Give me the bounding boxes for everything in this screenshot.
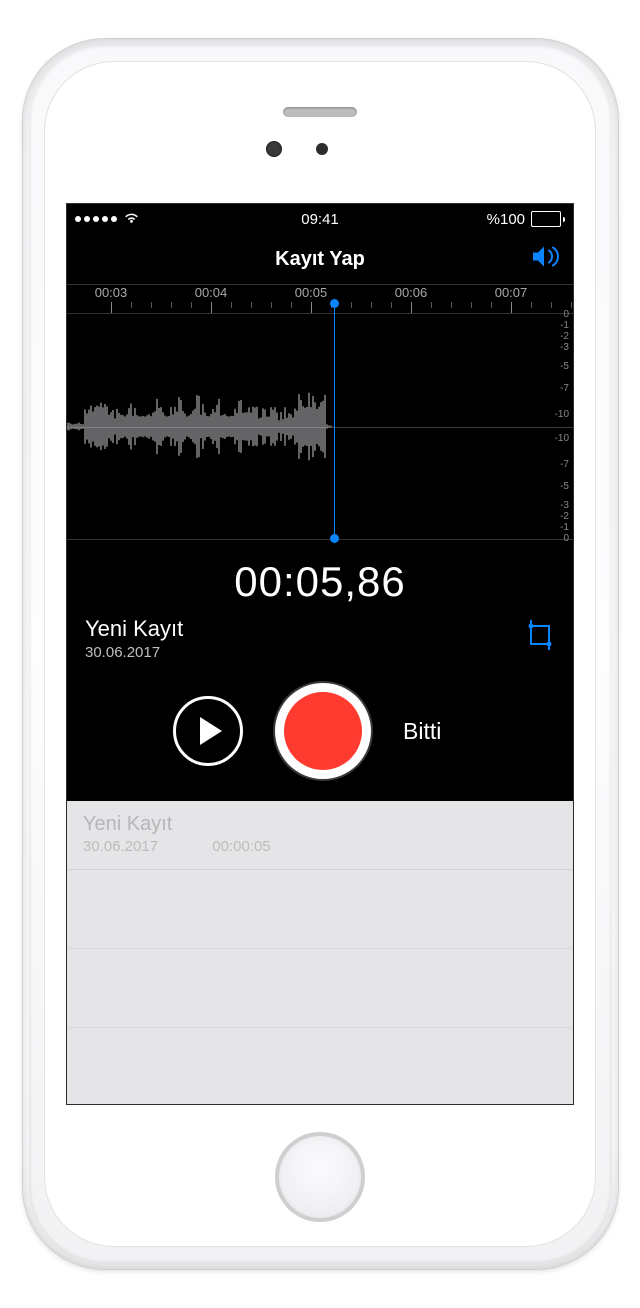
trim-button[interactable]: [525, 616, 555, 655]
wifi-icon: [123, 211, 140, 228]
db-label: -5: [560, 361, 569, 372]
page-title: Kayıt Yap: [275, 248, 365, 271]
done-button[interactable]: Bitti: [403, 718, 467, 745]
db-label: -1: [560, 522, 569, 533]
db-label: -10: [555, 409, 569, 420]
ruler-label: 00:03: [95, 285, 128, 300]
db-label: -3: [560, 500, 569, 511]
list-item-name: Yeni Kayıt: [83, 813, 557, 836]
list-empty-row: [67, 949, 573, 1028]
playhead[interactable]: [334, 303, 335, 539]
battery-icon: [531, 211, 565, 227]
home-button[interactable]: [275, 1132, 365, 1222]
db-label: -3: [560, 342, 569, 353]
db-label: -7: [560, 383, 569, 394]
list-item-date: 30.06.2017: [83, 838, 158, 855]
ruler-label: 00:04: [195, 285, 228, 300]
db-label: 0: [563, 309, 569, 320]
device-speaker: [283, 107, 357, 117]
status-bar: 09:41 %100: [67, 204, 573, 234]
ruler-label: 00:05: [295, 285, 328, 300]
controls-panel: 00:05,86 Yeni Kayıt 30.06.2017: [67, 540, 573, 801]
battery-percent: %100: [487, 211, 525, 228]
speaker-button[interactable]: [531, 245, 561, 274]
record-icon: [284, 692, 362, 770]
device-sensor: [316, 143, 328, 155]
recording-date: 30.06.2017: [85, 644, 525, 661]
status-time: 09:41: [301, 211, 339, 228]
db-label: 0: [563, 533, 569, 544]
play-icon: [200, 717, 222, 745]
list-empty-row: [67, 870, 573, 949]
recordings-list[interactable]: Yeni Kayıt 30.06.2017 00:00:05: [67, 801, 573, 1104]
elapsed-time: 00:05,86: [85, 558, 555, 606]
list-item[interactable]: Yeni Kayıt 30.06.2017 00:00:05: [67, 801, 573, 870]
phone-frame: 09:41 %100 Kayıt Yap: [23, 39, 618, 1269]
play-button[interactable]: [173, 696, 243, 766]
recording-name: Yeni Kayıt: [85, 616, 525, 642]
signal-dots-icon: [75, 216, 117, 222]
db-label: -1: [560, 320, 569, 331]
db-label: -5: [560, 481, 569, 492]
ruler-label: 00:06: [395, 285, 428, 300]
db-label: -2: [560, 331, 569, 342]
screen: 09:41 %100 Kayıt Yap: [66, 203, 574, 1105]
waveform-area[interactable]: 0-1-2-3-5-7-10-10-7-5-3-2-10: [67, 313, 573, 540]
record-button[interactable]: [275, 683, 371, 779]
db-label: -7: [560, 459, 569, 470]
time-ruler: 00:0300:0400:0500:0600:0700:08: [67, 284, 573, 313]
nav-bar: Kayıt Yap: [67, 234, 573, 284]
db-label: -10: [555, 433, 569, 444]
phone-bezel: 09:41 %100 Kayıt Yap: [44, 61, 596, 1247]
list-item-duration: 00:00:05: [212, 838, 270, 855]
ruler-label: 00:07: [495, 285, 528, 300]
db-label: -2: [560, 511, 569, 522]
device-camera: [266, 141, 282, 157]
